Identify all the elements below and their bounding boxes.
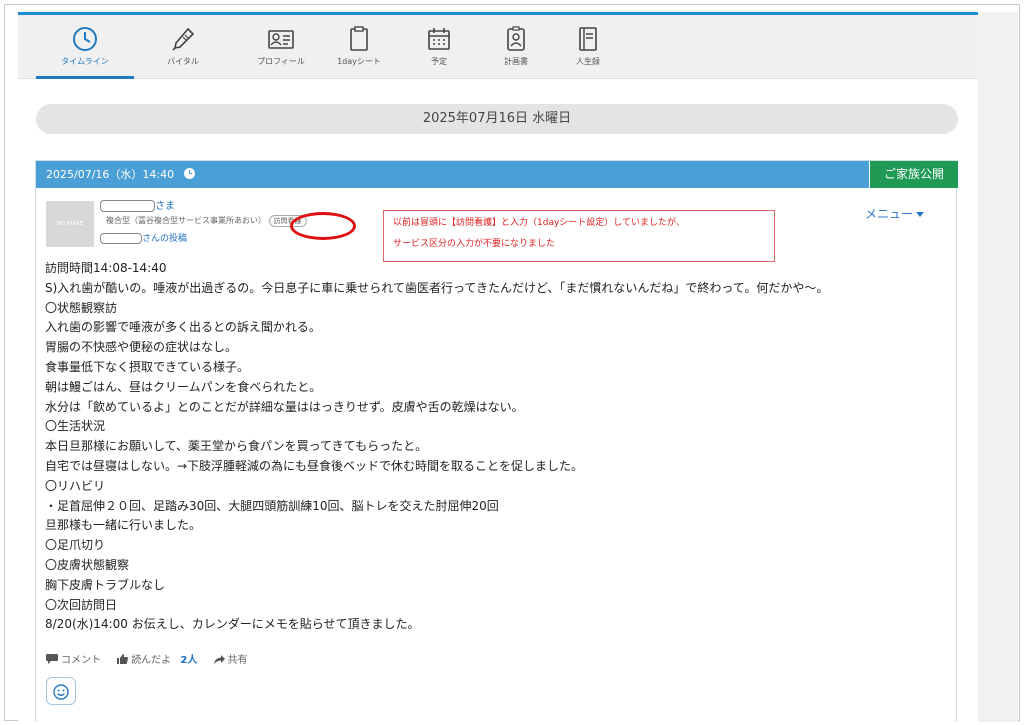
post-actions: コメント 読んだよ 2人 共有 [45, 651, 260, 666]
right-margin [978, 12, 1018, 722]
post-body: 訪問時間14:08-14:40 S)入れ歯が酷いの。唾液が出過ぎるの。今日息子に… [45, 259, 950, 635]
comment-button[interactable]: コメント [45, 654, 110, 666]
recipient-suffix[interactable]: さま [155, 201, 175, 212]
id-card-icon [268, 30, 294, 49]
notice-box: 以前は冒頭に【訪問看護】と入力（1dayシート設定）していましたが、 サービス区… [383, 210, 775, 262]
body-line: 8/20(水)14:00 お伝えし、カレンダーにメモを貼らせて頂きました。 [45, 617, 420, 632]
tab-label: 人生録 [576, 57, 600, 66]
tab-timeline[interactable]: タイムライン [36, 15, 134, 79]
body-line: 〇足爪切り [45, 538, 106, 553]
timeline-post: 2025/07/16（水）14:40 ご家族公開 NO IMAGE さま 複合型… [35, 160, 958, 722]
body-line: 食事量低下なく摂取できている様子。 [45, 359, 250, 374]
body-line: 胃腸の不快感や便秘の症状はなし。 [45, 340, 238, 355]
share-icon [213, 655, 225, 664]
like-button[interactable]: 読んだよ 2人 [116, 654, 206, 666]
clipboard-icon [350, 26, 368, 51]
post-suffix[interactable]: さんの投稿 [142, 234, 187, 244]
date-header: 2025年07月16日 水曜日 [36, 104, 958, 134]
redacted-name [100, 200, 155, 212]
like-label: 読んだよ [131, 655, 172, 666]
body-line: 〇生活状況 [45, 419, 106, 434]
tab-life-record[interactable]: 人生録 [539, 15, 637, 79]
body-line: S)入れ歯が酷いの。唾液が出過ぎるの。今日息子に車に乗せられて歯医者行ってきたん… [45, 280, 829, 295]
menu-button[interactable]: メニュー [865, 205, 925, 222]
body-line: 〇次回訪問日 [45, 597, 118, 612]
clock-icon [73, 27, 97, 51]
post-header: 2025/07/16（水）14:40 [36, 161, 869, 188]
badge-icon [507, 26, 525, 51]
body-line: 〇皮膚状態観察 [45, 557, 130, 572]
calendar-icon [428, 28, 450, 50]
family-public-button[interactable]: ご家族公開 [870, 161, 958, 188]
avatar: NO IMAGE [46, 201, 94, 247]
book-icon [579, 27, 597, 51]
smiley-icon [53, 684, 69, 700]
poster-line: さんの投稿 [100, 231, 187, 244]
body-line: 本日旦那様にお願いして、薬王堂から食パンを買ってきてもらったと。 [45, 439, 428, 454]
like-count[interactable]: 2人 [180, 655, 197, 666]
body-line: 〇リハビリ [45, 478, 106, 493]
notice-line: 以前は冒頭に【訪問看護】と入力（1dayシート設定）していましたが、 [393, 218, 685, 228]
tab-label: タイムライン [61, 57, 109, 66]
body-line: 自宅では昼寝はしない。→下肢浮腫軽減の為にも昼食後ベッドで休む時間を取ることを促… [45, 458, 584, 473]
app-window: タイムライン バイタル プロフィール 1dayシート 予定 計画書 人生録 20… [18, 12, 978, 722]
post-timestamp: 2025/07/16（水）14:40 [46, 168, 175, 181]
clock-icon [183, 168, 195, 179]
office-line: 複合型（冨谷複合型サービス事業所あおい） 訪問看護 [106, 215, 307, 227]
body-line: 胸下皮膚トラブルなし [45, 577, 166, 592]
share-button[interactable]: 共有 [213, 655, 254, 666]
notice-line: サービス区分の入力が不要になりました [393, 239, 556, 249]
highlight-oval [290, 212, 356, 240]
recipient-line: さま [100, 197, 175, 212]
body-line: 〇状態観察訪 [45, 300, 118, 315]
redacted-name [100, 233, 142, 244]
thermometer-icon [172, 27, 195, 51]
reaction-button[interactable] [46, 677, 76, 705]
body-line: 水分は「飲めているよ」とのことだが詳細な量ははっきりせず。皮膚や舌の乾燥はない。 [45, 399, 524, 414]
body-line: 入れ歯の影響で唾液が多く出るとの訴え聞かれる。 [45, 320, 321, 335]
tab-vital[interactable]: バイタル [134, 15, 232, 79]
thumbs-up-icon [117, 654, 129, 664]
tab-bar: タイムライン バイタル プロフィール 1dayシート 予定 計画書 人生録 [18, 15, 978, 79]
body-line: 朝は鰻ごはん、昼はクリームパンを食べられたと。 [45, 379, 322, 394]
caret-down-icon [916, 212, 925, 217]
body-line: 旦那様も一緒に行いました。 [45, 518, 202, 533]
body-line: ・足首屈伸２０回、足踏み30回、大腿四頭筋訓練10回、脳トレを交えた肘屈伸20回 [45, 498, 499, 513]
menu-label: メニュー [865, 207, 914, 221]
share-label: 共有 [227, 655, 248, 666]
comment-icon [46, 654, 58, 664]
tab-label: バイタル [167, 57, 199, 66]
office-name: 複合型（冨谷複合型サービス事業所あおい） [106, 216, 266, 225]
comment-label: コメント [61, 655, 101, 666]
body-line: 訪問時間14:08-14:40 [45, 261, 167, 275]
